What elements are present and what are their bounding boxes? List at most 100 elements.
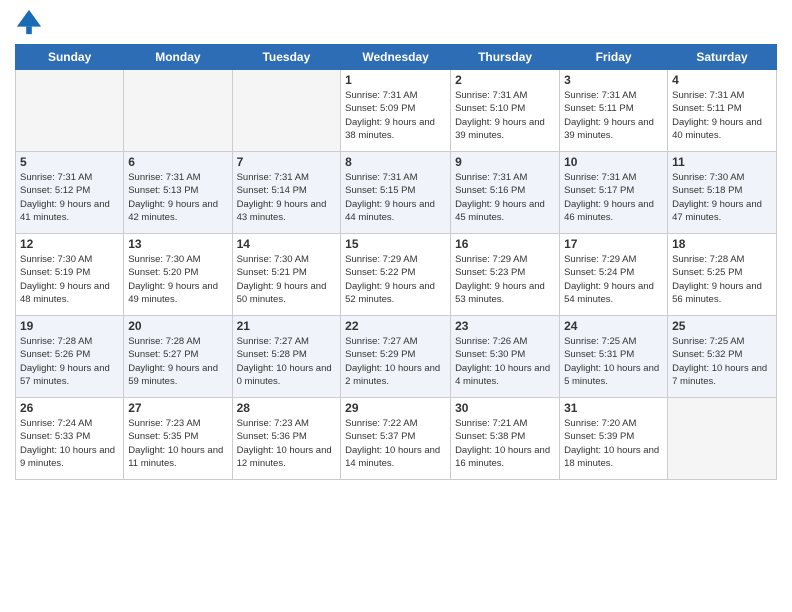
- day-number: 17: [564, 237, 663, 251]
- calendar-cell: 7 Sunrise: 7:31 AMSunset: 5:14 PMDaylight…: [232, 152, 341, 234]
- calendar-day-header: Wednesday: [341, 45, 451, 70]
- day-info: Sunrise: 7:25 AMSunset: 5:32 PMDaylight:…: [672, 335, 772, 388]
- calendar-cell: 19 Sunrise: 7:28 AMSunset: 5:26 PMDayligh…: [16, 316, 124, 398]
- calendar-day-header: Saturday: [668, 45, 777, 70]
- day-info: Sunrise: 7:27 AMSunset: 5:28 PMDaylight:…: [237, 335, 337, 388]
- day-number: 10: [564, 155, 663, 169]
- calendar-cell: 22Sunrise: 7:27 AMSunset: 5:29 PMDayligh…: [341, 316, 451, 398]
- day-info: Sunrise: 7:23 AMSunset: 5:35 PMDaylight:…: [128, 417, 227, 470]
- day-info: Sunrise: 7:31 AMSunset: 5:12 PMDaylight:…: [20, 171, 119, 224]
- calendar-cell: 28 Sunrise: 7:23 AMSunset: 5:36 PMDayligh…: [232, 398, 341, 480]
- calendar-day-header: Thursday: [451, 45, 560, 70]
- day-number: 28: [237, 401, 337, 415]
- calendar-cell: 4Sunrise: 7:31 AMSunset: 5:11 PMDaylight…: [668, 70, 777, 152]
- calendar-cell: 26 Sunrise: 7:24 AMSunset: 5:33 PMDayligh…: [16, 398, 124, 480]
- day-info: Sunrise: 7:31 AMSunset: 5:15 PMDaylight:…: [345, 171, 446, 224]
- calendar-cell: 17 Sunrise: 7:29 AMSunset: 5:24 PMDayligh…: [560, 234, 668, 316]
- day-number: 20: [128, 319, 227, 333]
- day-number: 30: [455, 401, 555, 415]
- day-number: 12: [20, 237, 119, 251]
- calendar-week-row: 1 Sunrise: 7:31 AMSunset: 5:09 PMDaylight…: [16, 70, 777, 152]
- day-info: Sunrise: 7:31 AMSunset: 5:16 PMDaylight:…: [455, 171, 555, 224]
- calendar-cell: [16, 70, 124, 152]
- day-info: Sunrise: 7:28 AMSunset: 5:26 PMDaylight:…: [20, 335, 119, 388]
- day-info: Sunrise: 7:29 AMSunset: 5:24 PMDaylight:…: [564, 253, 663, 306]
- calendar-cell: 9 Sunrise: 7:31 AMSunset: 5:16 PMDaylight…: [451, 152, 560, 234]
- calendar-cell: 11 Sunrise: 7:30 AMSunset: 5:18 PMDayligh…: [668, 152, 777, 234]
- day-number: 29: [345, 401, 446, 415]
- day-number: 26: [20, 401, 119, 415]
- calendar-cell: 18Sunrise: 7:28 AMSunset: 5:25 PMDayligh…: [668, 234, 777, 316]
- calendar-cell: 8 Sunrise: 7:31 AMSunset: 5:15 PMDaylight…: [341, 152, 451, 234]
- calendar-cell: 13Sunrise: 7:30 AMSunset: 5:20 PMDayligh…: [124, 234, 232, 316]
- day-info: Sunrise: 7:27 AMSunset: 5:29 PMDaylight:…: [345, 335, 446, 388]
- day-number: 25: [672, 319, 772, 333]
- calendar-cell: 12 Sunrise: 7:30 AMSunset: 5:19 PMDayligh…: [16, 234, 124, 316]
- day-number: 14: [237, 237, 337, 251]
- calendar-cell: 3Sunrise: 7:31 AMSunset: 5:11 PMDaylight…: [560, 70, 668, 152]
- calendar-cell: 21 Sunrise: 7:27 AMSunset: 5:28 PMDayligh…: [232, 316, 341, 398]
- calendar-cell: 6 Sunrise: 7:31 AMSunset: 5:13 PMDaylight…: [124, 152, 232, 234]
- main-container: SundayMondayTuesdayWednesdayThursdayFrid…: [0, 0, 792, 490]
- day-info: Sunrise: 7:28 AMSunset: 5:25 PMDaylight:…: [672, 253, 772, 306]
- day-info: Sunrise: 7:31 AMSunset: 5:13 PMDaylight:…: [128, 171, 227, 224]
- calendar-cell: 5 Sunrise: 7:31 AMSunset: 5:12 PMDaylight…: [16, 152, 124, 234]
- day-info: Sunrise: 7:30 AMSunset: 5:18 PMDaylight:…: [672, 171, 772, 224]
- day-info: Sunrise: 7:30 AMSunset: 5:19 PMDaylight:…: [20, 253, 119, 306]
- calendar-week-row: 12 Sunrise: 7:30 AMSunset: 5:19 PMDayligh…: [16, 234, 777, 316]
- day-info: Sunrise: 7:30 AMSunset: 5:21 PMDaylight:…: [237, 253, 337, 306]
- day-number: 11: [672, 155, 772, 169]
- day-number: 7: [237, 155, 337, 169]
- day-number: 19: [20, 319, 119, 333]
- calendar-cell: 20Sunrise: 7:28 AMSunset: 5:27 PMDayligh…: [124, 316, 232, 398]
- day-number: 21: [237, 319, 337, 333]
- logo: [15, 10, 45, 36]
- calendar-cell: 25 Sunrise: 7:25 AMSunset: 5:32 PMDayligh…: [668, 316, 777, 398]
- day-number: 27: [128, 401, 227, 415]
- calendar-cell: [124, 70, 232, 152]
- day-info: Sunrise: 7:30 AMSunset: 5:20 PMDaylight:…: [128, 253, 227, 306]
- day-number: 24: [564, 319, 663, 333]
- day-info: Sunrise: 7:31 AMSunset: 5:11 PMDaylight:…: [564, 89, 663, 142]
- logo-icon: [15, 8, 43, 36]
- header: [15, 10, 777, 36]
- calendar-cell: 27 Sunrise: 7:23 AMSunset: 5:35 PMDayligh…: [124, 398, 232, 480]
- calendar-table: SundayMondayTuesdayWednesdayThursdayFrid…: [15, 44, 777, 480]
- calendar-cell: 16 Sunrise: 7:29 AMSunset: 5:23 PMDayligh…: [451, 234, 560, 316]
- calendar-day-header: Tuesday: [232, 45, 341, 70]
- calendar-cell: 31 Sunrise: 7:20 AMSunset: 5:39 PMDayligh…: [560, 398, 668, 480]
- day-info: Sunrise: 7:22 AMSunset: 5:37 PMDaylight:…: [345, 417, 446, 470]
- day-info: Sunrise: 7:29 AMSunset: 5:23 PMDaylight:…: [455, 253, 555, 306]
- day-info: Sunrise: 7:21 AMSunset: 5:38 PMDaylight:…: [455, 417, 555, 470]
- day-number: 31: [564, 401, 663, 415]
- calendar-cell: 2 Sunrise: 7:31 AMSunset: 5:10 PMDaylight…: [451, 70, 560, 152]
- calendar-header-row: SundayMondayTuesdayWednesdayThursdayFrid…: [16, 45, 777, 70]
- day-info: Sunrise: 7:31 AMSunset: 5:17 PMDaylight:…: [564, 171, 663, 224]
- day-number: 8: [345, 155, 446, 169]
- day-info: Sunrise: 7:23 AMSunset: 5:36 PMDaylight:…: [237, 417, 337, 470]
- day-info: Sunrise: 7:25 AMSunset: 5:31 PMDaylight:…: [564, 335, 663, 388]
- day-info: Sunrise: 7:31 AMSunset: 5:09 PMDaylight:…: [345, 89, 446, 142]
- day-info: Sunrise: 7:31 AMSunset: 5:14 PMDaylight:…: [237, 171, 337, 224]
- calendar-week-row: 5 Sunrise: 7:31 AMSunset: 5:12 PMDaylight…: [16, 152, 777, 234]
- calendar-cell: 14 Sunrise: 7:30 AMSunset: 5:21 PMDayligh…: [232, 234, 341, 316]
- calendar-cell: 24 Sunrise: 7:25 AMSunset: 5:31 PMDayligh…: [560, 316, 668, 398]
- day-number: 5: [20, 155, 119, 169]
- day-info: Sunrise: 7:31 AMSunset: 5:10 PMDaylight:…: [455, 89, 555, 142]
- day-number: 1: [345, 73, 446, 87]
- calendar-cell: 23Sunrise: 7:26 AMSunset: 5:30 PMDayligh…: [451, 316, 560, 398]
- calendar-cell: 30 Sunrise: 7:21 AMSunset: 5:38 PMDayligh…: [451, 398, 560, 480]
- day-number: 4: [672, 73, 772, 87]
- calendar-cell: 1 Sunrise: 7:31 AMSunset: 5:09 PMDaylight…: [341, 70, 451, 152]
- day-info: Sunrise: 7:29 AMSunset: 5:22 PMDaylight:…: [345, 253, 446, 306]
- calendar-day-header: Sunday: [16, 45, 124, 70]
- day-number: 16: [455, 237, 555, 251]
- calendar-day-header: Friday: [560, 45, 668, 70]
- day-number: 23: [455, 319, 555, 333]
- day-info: Sunrise: 7:24 AMSunset: 5:33 PMDaylight:…: [20, 417, 119, 470]
- day-number: 6: [128, 155, 227, 169]
- day-info: Sunrise: 7:20 AMSunset: 5:39 PMDaylight:…: [564, 417, 663, 470]
- day-number: 9: [455, 155, 555, 169]
- calendar-cell: 29 Sunrise: 7:22 AMSunset: 5:37 PMDayligh…: [341, 398, 451, 480]
- day-number: 2: [455, 73, 555, 87]
